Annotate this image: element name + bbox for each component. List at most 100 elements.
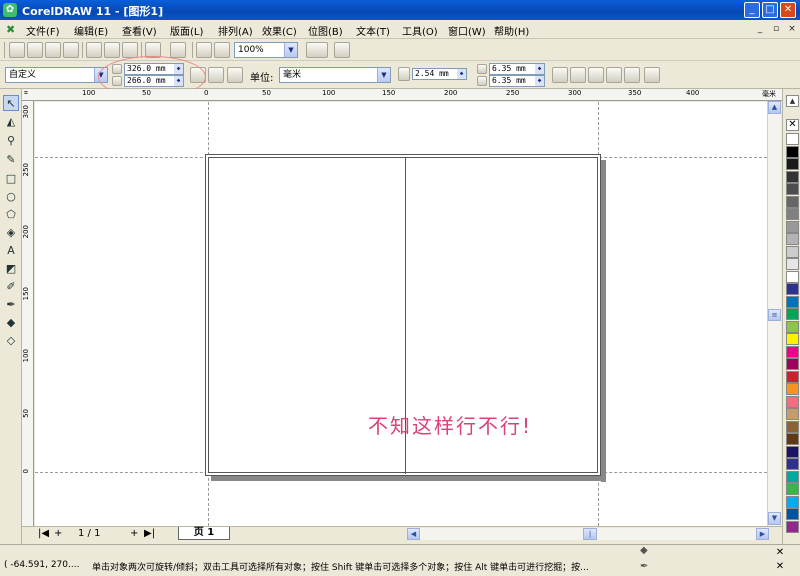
- menu-arrange[interactable]: 排列(A): [218, 23, 253, 38]
- color-swatch[interactable]: [786, 208, 799, 220]
- chevron-down-icon[interactable]: ▼: [284, 43, 297, 57]
- scroll-left-icon[interactable]: ◀: [407, 528, 420, 540]
- color-swatch[interactable]: [786, 495, 799, 508]
- spinner-icon[interactable]: ◆: [535, 64, 544, 74]
- color-swatch[interactable]: [786, 470, 799, 483]
- color-swatch[interactable]: [786, 445, 799, 458]
- add-page-before-button[interactable]: +: [54, 528, 62, 539]
- cut-icon[interactable]: [86, 42, 102, 58]
- color-swatch[interactable]: [786, 220, 799, 233]
- outline-color-none[interactable]: ✕: [768, 561, 792, 573]
- import-icon[interactable]: [196, 42, 212, 58]
- color-swatch[interactable]: [786, 483, 799, 495]
- fill-tool-icon[interactable]: ◆: [3, 315, 19, 331]
- nudge-field[interactable]: 2.54 mm ◆: [412, 68, 467, 80]
- dynamic-guides-icon[interactable]: [606, 67, 622, 83]
- horizontal-ruler[interactable]: ⌗ 100 50 0 50 100 150 200 250 300 350 40…: [22, 89, 782, 101]
- menu-view[interactable]: 查看(V): [122, 23, 157, 38]
- menu-help[interactable]: 帮助(H): [494, 23, 529, 38]
- scroll-thumb[interactable]: |: [583, 528, 597, 540]
- snap-grid-icon[interactable]: [552, 67, 568, 83]
- chevron-down-icon[interactable]: ▼: [377, 68, 390, 82]
- save-icon[interactable]: [45, 42, 61, 58]
- color-swatch[interactable]: [786, 308, 799, 320]
- interactive-fill-tool-icon[interactable]: ◇: [3, 333, 19, 349]
- corel-online-icon[interactable]: [334, 42, 350, 58]
- menu-effects[interactable]: 效果(C): [262, 23, 297, 38]
- menu-layout[interactable]: 版面(L): [170, 23, 203, 38]
- page-layout-icon[interactable]: [227, 67, 243, 83]
- no-color-swatch[interactable]: ✕: [786, 119, 799, 131]
- snap-guidelines-icon[interactable]: [570, 67, 586, 83]
- color-swatch[interactable]: [786, 295, 799, 308]
- treat-as-filled-icon[interactable]: [624, 67, 640, 83]
- menu-window[interactable]: 窗口(W): [448, 23, 486, 38]
- color-swatch[interactable]: [786, 333, 799, 345]
- color-swatch[interactable]: [786, 158, 799, 170]
- color-swatch[interactable]: [786, 270, 799, 283]
- drawing-canvas[interactable]: 不知这样行不行!: [35, 102, 767, 526]
- landscape-icon[interactable]: [208, 67, 224, 83]
- page-tab[interactable]: 页 1: [178, 527, 230, 540]
- vertical-scrollbar[interactable]: ▲ ≡ ▼: [767, 101, 781, 526]
- units-combo[interactable]: 毫米 ▼: [279, 67, 391, 83]
- duplicate-y-field[interactable]: 6.35 mm ◆: [489, 75, 545, 87]
- spinner-icon[interactable]: ◆: [457, 69, 466, 79]
- color-swatch[interactable]: [786, 420, 799, 433]
- menu-tools[interactable]: 工具(O): [402, 23, 438, 38]
- color-swatch[interactable]: [786, 245, 799, 258]
- vertical-ruler[interactable]: 300 250 200 150 100 50 0: [22, 101, 34, 526]
- color-swatch[interactable]: [786, 258, 799, 270]
- print-icon[interactable]: [63, 42, 79, 58]
- paste-icon[interactable]: [122, 42, 138, 58]
- options-icon[interactable]: [644, 67, 660, 83]
- color-swatch[interactable]: [786, 383, 799, 395]
- horizontal-scrollbar[interactable]: ◀ | ▶: [407, 528, 769, 540]
- shape-tool-icon[interactable]: ◭: [3, 114, 19, 130]
- text-tool-icon[interactable]: A: [3, 243, 19, 259]
- eyedropper-tool-icon[interactable]: ✐: [3, 279, 19, 295]
- ellipse-tool-icon[interactable]: ○: [3, 189, 19, 205]
- color-swatch[interactable]: [786, 195, 799, 208]
- color-swatch[interactable]: [786, 508, 799, 520]
- palette-up-icon[interactable]: ▲: [786, 95, 799, 107]
- snap-objects-icon[interactable]: [588, 67, 604, 83]
- polygon-tool-icon[interactable]: ⬠: [3, 207, 19, 223]
- zoom-tool-icon[interactable]: ⚲: [3, 133, 19, 149]
- scroll-thumb[interactable]: ≡: [768, 309, 781, 321]
- minimize-button[interactable]: _: [744, 2, 760, 18]
- color-swatch[interactable]: [786, 358, 799, 370]
- first-page-button[interactable]: |◀: [38, 528, 49, 539]
- color-swatch[interactable]: [786, 145, 799, 158]
- redo-icon[interactable]: [170, 42, 186, 58]
- color-swatch[interactable]: [786, 395, 799, 408]
- basic-shapes-tool-icon[interactable]: ◈: [3, 225, 19, 241]
- doc-close-button[interactable]: ×: [786, 23, 798, 35]
- color-swatch[interactable]: [786, 283, 799, 295]
- outline-tool-icon[interactable]: ✒: [3, 297, 19, 313]
- color-swatch[interactable]: [786, 170, 799, 183]
- maximize-button[interactable]: □: [762, 2, 778, 18]
- menu-file[interactable]: 文件(F): [26, 23, 60, 38]
- menu-text[interactable]: 文本(T): [356, 23, 390, 38]
- color-swatch[interactable]: [786, 345, 799, 358]
- add-page-after-button[interactable]: +: [130, 528, 138, 539]
- color-swatch[interactable]: [786, 233, 799, 245]
- doc-restore-button[interactable]: ▫: [770, 23, 782, 35]
- scroll-down-icon[interactable]: ▼: [768, 512, 781, 525]
- doc-minimize-button[interactable]: _: [754, 23, 766, 35]
- color-swatch[interactable]: [786, 408, 799, 420]
- close-button[interactable]: ✕: [780, 2, 796, 18]
- zoom-combo[interactable]: 100% ▼: [234, 42, 298, 58]
- new-icon[interactable]: [9, 42, 25, 58]
- color-swatch[interactable]: [786, 183, 799, 195]
- copy-icon[interactable]: [104, 42, 120, 58]
- color-swatch[interactable]: [786, 433, 799, 445]
- last-page-button[interactable]: ▶|: [144, 528, 155, 539]
- color-swatch[interactable]: [786, 520, 799, 533]
- rectangle-tool-icon[interactable]: □: [3, 171, 19, 187]
- color-swatch[interactable]: [786, 458, 799, 470]
- duplicate-x-field[interactable]: 6.35 mm ◆: [489, 63, 545, 75]
- export-icon[interactable]: [214, 42, 230, 58]
- scroll-right-icon[interactable]: ▶: [756, 528, 769, 540]
